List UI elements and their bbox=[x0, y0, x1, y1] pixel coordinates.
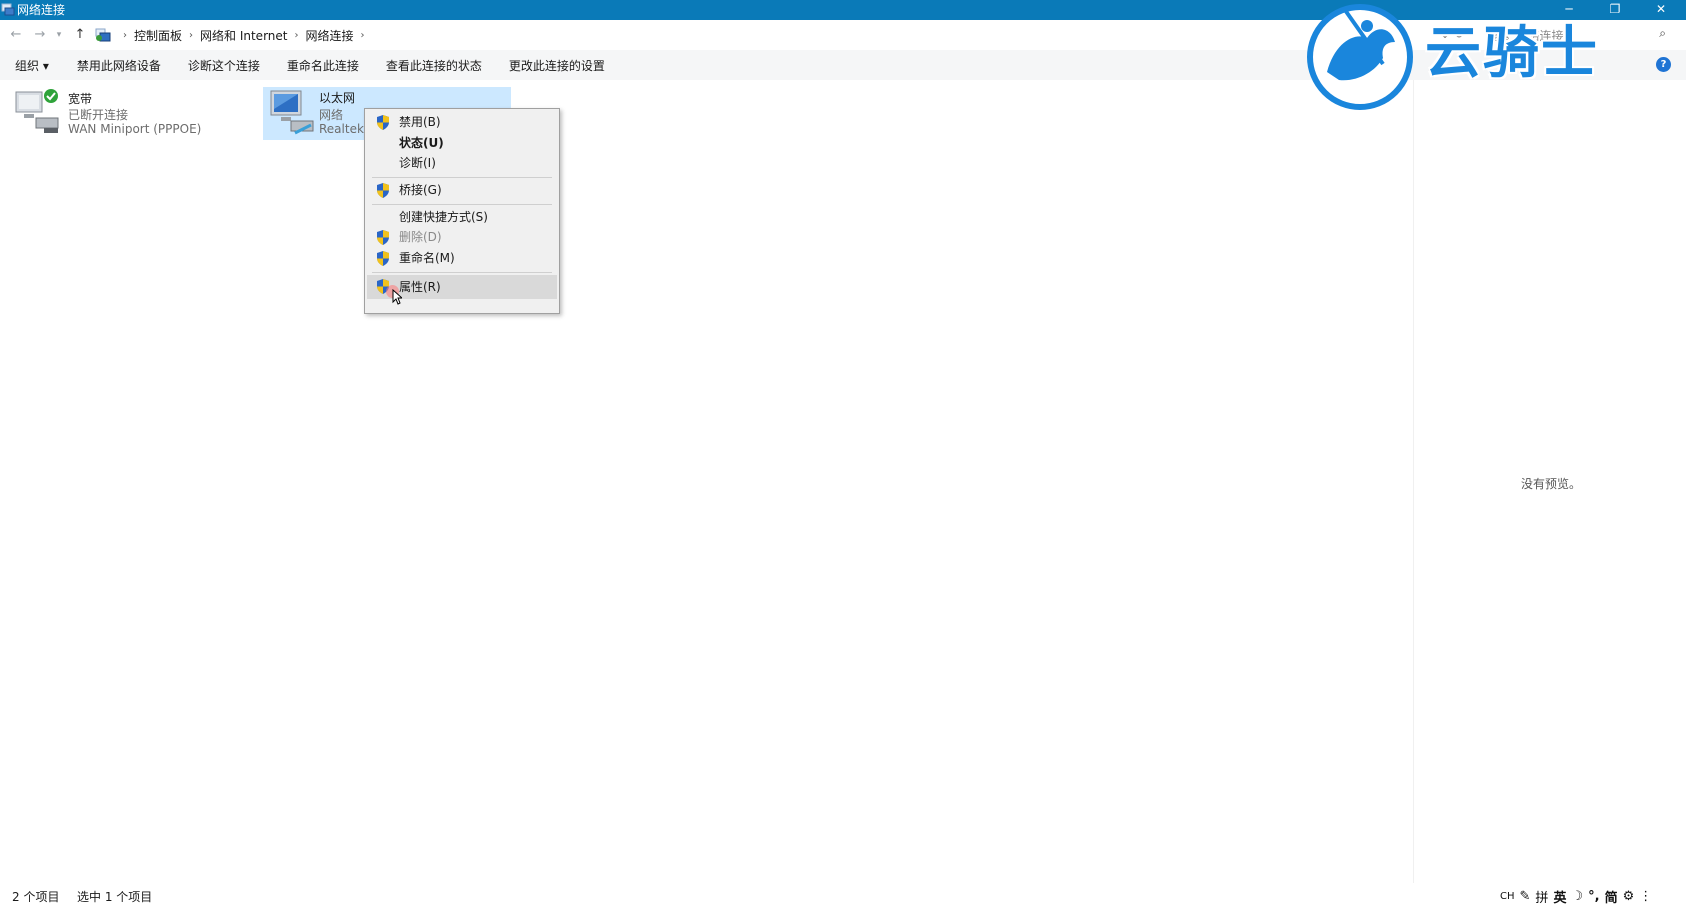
no-preview-text: 没有预览。 bbox=[1521, 477, 1582, 491]
ime-mode[interactable]: 英 bbox=[1553, 887, 1566, 906]
menu-separator bbox=[372, 204, 552, 205]
connections-list bbox=[0, 80, 1413, 883]
change-settings-button[interactable]: 更改此连接的设置 bbox=[509, 57, 605, 74]
menu-item-delete[interactable]: 删除(D) bbox=[367, 227, 557, 248]
menu-item-rename[interactable]: 重命名(M) bbox=[367, 248, 557, 269]
breadcrumb-network-internet[interactable]: 网络和 Internet bbox=[200, 27, 287, 44]
uac-shield-icon bbox=[377, 251, 389, 266]
connection-status: 网络 bbox=[319, 108, 344, 122]
breadcrumb-separator-icon[interactable]: › bbox=[294, 30, 298, 41]
more-icon[interactable]: ⋮ bbox=[1639, 889, 1652, 904]
breadcrumb-separator-icon[interactable]: › bbox=[361, 30, 365, 41]
menu-item-disable[interactable]: 禁用(B) bbox=[367, 112, 557, 133]
control-panel-network-icon bbox=[95, 28, 111, 42]
breadcrumb: › 控制面板 › 网络和 Internet › 网络连接 › bbox=[116, 27, 372, 43]
breadcrumb-control-panel[interactable]: 控制面板 bbox=[134, 27, 182, 44]
menu-item-label: 属性(R) bbox=[399, 280, 441, 294]
organize-menu-button[interactable]: 组织 ▾ bbox=[15, 57, 49, 74]
watermark-text: 云骑士 bbox=[1425, 21, 1599, 86]
menu-item-label: 禁用(B) bbox=[399, 115, 441, 129]
menu-item-create-shortcut[interactable]: 创建快捷方式(S) bbox=[367, 207, 557, 228]
menu-item-diagnose[interactable]: 诊断(I) bbox=[367, 153, 557, 174]
connection-name: 以太网 bbox=[319, 91, 356, 105]
connection-name: 宽带 bbox=[68, 92, 93, 106]
menu-separator bbox=[372, 272, 552, 273]
moon-icon[interactable]: ☽ bbox=[1571, 889, 1583, 904]
selected-count: 选中 1 个项目 bbox=[77, 890, 153, 904]
menu-item-label: 诊断(I) bbox=[399, 156, 436, 170]
uac-shield-icon bbox=[377, 230, 389, 245]
punctuation-icon[interactable]: °, bbox=[1588, 889, 1599, 904]
ethernet-computer-icon bbox=[270, 90, 314, 135]
uac-shield-icon bbox=[377, 183, 389, 198]
menu-item-bridge[interactable]: 桥接(G) bbox=[367, 180, 557, 201]
knight-logo-icon bbox=[1307, 4, 1413, 110]
broadband-computer-icon bbox=[15, 89, 59, 133]
view-status-button[interactable]: 查看此连接的状态 bbox=[386, 57, 482, 74]
menu-item-label: 状态(U) bbox=[399, 136, 444, 150]
disable-device-button[interactable]: 禁用此网络设备 bbox=[77, 57, 161, 74]
forward-arrow-icon[interactable]: → bbox=[31, 26, 49, 44]
menu-item-label: 桥接(G) bbox=[399, 183, 442, 197]
watermark-logo: 云骑士 bbox=[1305, 0, 1686, 112]
network-connections-icon bbox=[1, 3, 15, 16]
menu-item-label: 重命名(M) bbox=[399, 251, 455, 265]
ime-logo-icon[interactable]: ✎ bbox=[1520, 889, 1531, 904]
item-count: 2 个项目 bbox=[12, 890, 60, 904]
ime-toolbar: CH ✎ 拼 英 ☽ °, 简 ⚙ ⋮ bbox=[1500, 886, 1652, 906]
up-arrow-icon[interactable]: ↑ bbox=[71, 26, 89, 44]
menu-item-status[interactable]: 状态(U) bbox=[367, 133, 557, 154]
uac-shield-icon bbox=[377, 115, 389, 130]
ime-pinyin[interactable]: 拼 bbox=[1535, 887, 1548, 906]
ime-language[interactable]: CH bbox=[1500, 891, 1515, 902]
breadcrumb-separator-icon[interactable]: › bbox=[123, 30, 127, 41]
connection-device: Realtek bbox=[319, 122, 364, 136]
rename-connection-button[interactable]: 重命名此连接 bbox=[287, 57, 359, 74]
recent-locations-chevron-icon[interactable]: ▾ bbox=[53, 26, 65, 44]
window-title: 网络连接 bbox=[17, 3, 66, 17]
menu-separator bbox=[372, 177, 552, 178]
preview-pane: 没有预览。 bbox=[1413, 80, 1686, 883]
mouse-cursor-icon bbox=[392, 289, 402, 305]
connection-item-broadband[interactable]: 宽带 已断开连接 WAN Miniport (PPPOE) bbox=[14, 88, 244, 140]
gear-icon[interactable]: ⚙ bbox=[1623, 889, 1635, 904]
back-arrow-icon[interactable]: ← bbox=[7, 26, 25, 44]
status-bar: 2 个项目 选中 1 个项目 CH ✎ 拼 英 ☽ °, 简 ⚙ ⋮ bbox=[0, 883, 1686, 908]
ime-layout[interactable]: 简 bbox=[1605, 887, 1618, 906]
connection-status: 已断开连接 bbox=[68, 108, 129, 122]
breadcrumb-network-connections[interactable]: 网络连接 bbox=[305, 27, 353, 44]
context-menu: 禁用(B) 状态(U) 诊断(I) 桥接(G) 创建快捷方式(S) 删除(D) … bbox=[364, 108, 560, 314]
menu-item-label: 创建快捷方式(S) bbox=[399, 210, 488, 224]
breadcrumb-separator-icon[interactable]: › bbox=[189, 30, 193, 41]
menu-item-label: 删除(D) bbox=[399, 230, 442, 244]
diagnose-connection-button[interactable]: 诊断这个连接 bbox=[188, 57, 260, 74]
connection-device: WAN Miniport (PPPOE) bbox=[68, 122, 202, 136]
